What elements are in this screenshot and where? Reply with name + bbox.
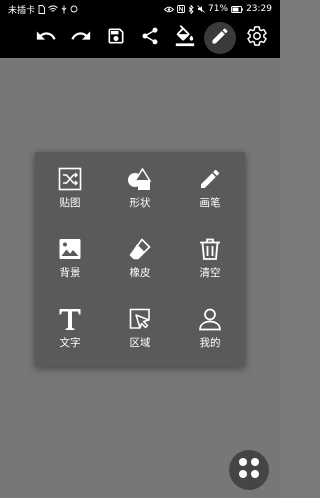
pencil-icon	[210, 26, 230, 50]
shapes-icon	[127, 166, 153, 192]
grid-dots-icon	[237, 456, 261, 484]
save-icon	[106, 26, 126, 50]
brush-icon	[197, 166, 223, 192]
selection-icon	[127, 306, 153, 332]
battery-icon	[231, 5, 243, 13]
wifi-icon	[48, 5, 58, 13]
menu-item-label: 画笔	[199, 197, 221, 209]
menu-item-label: 清空	[199, 267, 221, 279]
status-right: 71% 23:29	[164, 4, 272, 14]
tools-menu: 贴图 形状 画笔 背景 橡皮 清空 文字 区域 我的	[35, 152, 245, 366]
menu-item-background[interactable]: 背景	[35, 222, 105, 286]
bluetooth-icon	[188, 4, 194, 14]
fill-button[interactable]	[169, 22, 201, 54]
redo-icon	[70, 25, 92, 51]
menu-item-mine[interactable]: 我的	[175, 292, 245, 356]
sim-icon	[38, 4, 45, 14]
menu-item-text[interactable]: 文字	[35, 292, 105, 356]
status-bar: 未插卡 71% 23:29	[0, 0, 280, 18]
fill-bucket-icon	[174, 25, 196, 51]
redo-button[interactable]	[65, 22, 97, 54]
mute-icon	[197, 5, 205, 13]
image-icon	[57, 236, 83, 262]
menu-item-label: 贴图	[59, 197, 81, 209]
person-icon	[197, 306, 223, 332]
text-icon	[57, 306, 83, 332]
share-icon	[140, 26, 160, 50]
eraser-icon	[127, 236, 153, 262]
nfc-icon	[177, 5, 185, 13]
undo-icon	[35, 25, 57, 51]
save-button[interactable]	[100, 22, 132, 54]
toolbar	[0, 18, 280, 58]
menu-item-label: 形状	[129, 197, 151, 209]
menu-item-label: 文字	[59, 337, 81, 349]
menu-item-brush[interactable]: 画笔	[175, 152, 245, 216]
settings-icon	[246, 25, 268, 51]
menu-item-label: 我的	[199, 337, 221, 349]
eye-icon	[164, 6, 175, 13]
menu-item-clear[interactable]: 清空	[175, 222, 245, 286]
undo-button[interactable]	[30, 22, 62, 54]
share-button[interactable]	[134, 22, 166, 54]
menu-item-label: 背景	[59, 267, 81, 279]
menu-item-label: 区域	[129, 337, 151, 349]
menu-item-region[interactable]: 区域	[105, 292, 175, 356]
menu-item-sticker[interactable]: 贴图	[35, 152, 105, 216]
carrier-text: 未插卡	[8, 5, 36, 16]
pencil-button[interactable]	[204, 22, 236, 54]
menu-fab-button[interactable]	[229, 450, 269, 490]
status-left: 未插卡	[8, 3, 78, 16]
menu-item-eraser[interactable]: 橡皮	[105, 222, 175, 286]
menu-item-shape[interactable]: 形状	[105, 152, 175, 216]
sync-icon	[70, 5, 78, 13]
usb-icon	[61, 5, 67, 14]
time-text: 23:29	[246, 4, 272, 14]
battery-text: 71%	[208, 4, 229, 14]
shuffle-sticker-icon	[57, 166, 83, 192]
settings-button[interactable]	[241, 22, 273, 54]
menu-item-label: 橡皮	[129, 267, 151, 279]
trash-icon	[197, 236, 223, 262]
